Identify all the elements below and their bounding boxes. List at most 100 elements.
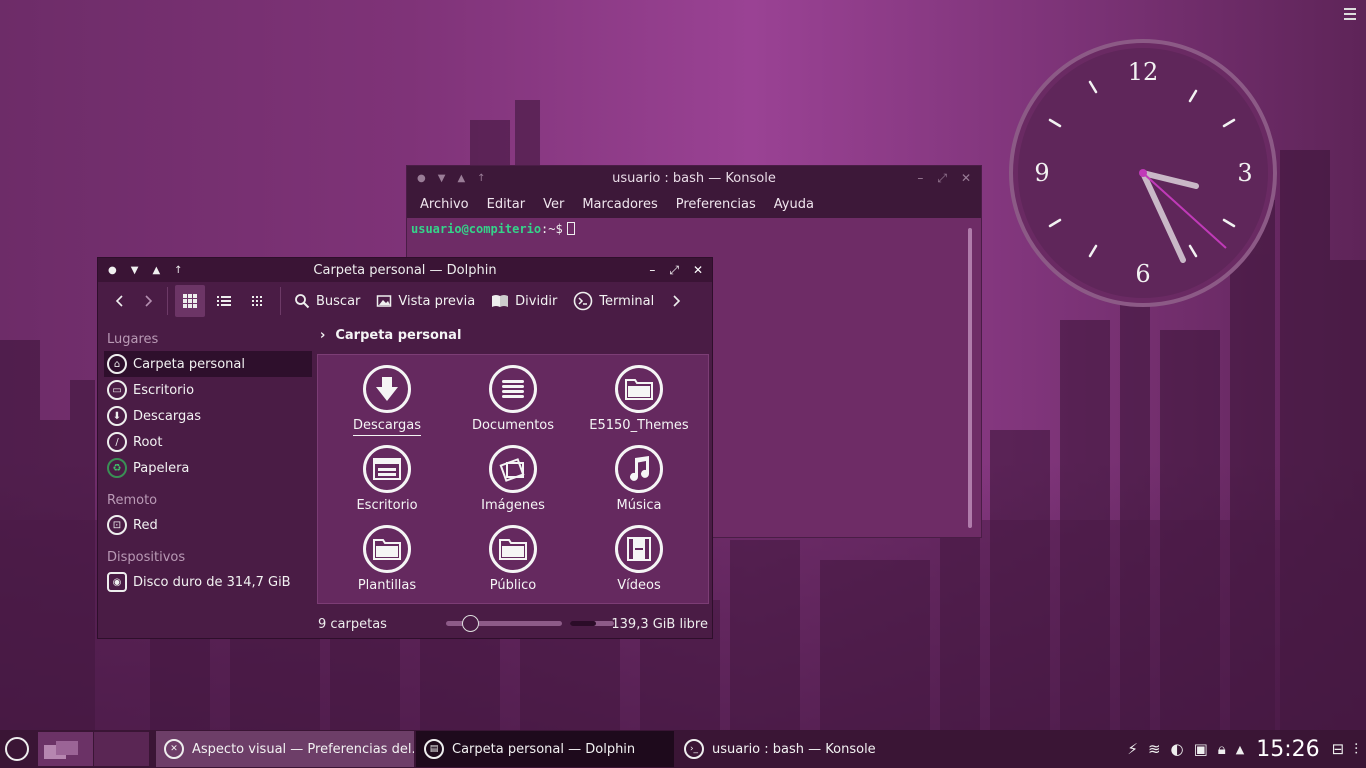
zoom-slider-handle[interactable] [462,615,479,632]
free-space-bar [570,621,614,626]
place-papelera[interactable]: ♻ Papelera [104,455,312,481]
dolphin-titlebar[interactable]: ● ▼ ▲ ↑ Carpeta personal — Dolphin – ⤢ ✕ [98,258,712,282]
back-button[interactable] [108,285,132,317]
power-management-icon[interactable]: ⚡ [1127,740,1138,758]
pager-desktop-2[interactable] [94,732,150,766]
terminal-scrollbar[interactable] [968,228,972,528]
chevron-left-icon [115,295,123,307]
places-panel: Lugares ⌂ Carpeta personal ▭ Escritorio … [104,326,312,595]
device-hard-disk[interactable]: ◉ Disco duro de 314,7 GiB [104,569,312,595]
dolphin-statusbar: 9 carpetas 139,3 GiB libre [318,614,708,634]
split-label: Dividir [515,293,558,309]
breadcrumb-current[interactable]: Carpeta personal [335,328,461,343]
minimize-icon[interactable]: – [649,263,655,278]
folder-label: Imágenes [481,498,545,513]
terminal-cursor [566,222,575,235]
task-konsole[interactable]: ›_ usuario : bash — Konsole [676,731,934,767]
task-aspecto-visual[interactable]: ✕ Aspecto visual — Preferencias del... [156,731,414,767]
clipboard-icon[interactable]: ▣ [1194,740,1208,758]
folder-e5150-themes[interactable]: E5150_Themes [579,365,699,433]
details-view-button[interactable] [243,285,273,317]
chevron-right-icon: › [320,328,326,343]
menu-preferencias[interactable]: Preferencias [667,197,765,212]
tray-expand-icon[interactable]: ▲ [1236,743,1244,756]
close-icon[interactable]: ✕ [961,171,971,186]
folder-imagenes[interactable]: Imágenes [453,445,573,513]
pager-desktop-1[interactable] [38,732,94,766]
volume-icon[interactable]: ◐ [1171,740,1184,758]
keep-above-icon[interactable]: ▲ [457,173,465,184]
clock-numeral-3: 3 [1237,159,1252,187]
home-icon: ⌂ [107,354,127,374]
konsole-titlebar[interactable]: ● ▼ ▲ ↑ usuario : bash — Konsole – ⤢ ✕ [407,166,981,190]
terminal-button[interactable]: Terminal [567,285,660,317]
place-carpeta-personal[interactable]: ⌂ Carpeta personal [104,351,312,377]
task-label: Aspecto visual — Preferencias del... [192,741,414,757]
music-folder-icon [615,445,663,493]
place-root[interactable]: / Root [104,429,312,455]
search-button[interactable]: Buscar [288,285,366,317]
toolbar-overflow-button[interactable] [664,285,688,317]
menu-archivo[interactable]: Archivo [411,197,478,212]
terminal-label: Terminal [599,293,655,309]
place-descargas[interactable]: ⬇ Descargas [104,403,312,429]
videos-folder-icon [615,525,663,573]
virtual-desktop-pager [38,730,150,768]
compact-view-button[interactable] [209,285,239,317]
menu-ver[interactable]: Ver [534,197,573,212]
folder-publico[interactable]: Público [453,525,573,593]
details-icon [252,296,262,306]
window-menu-icon[interactable]: ● [417,173,426,184]
menu-ayuda[interactable]: Ayuda [765,197,823,212]
desktop-menu-icon[interactable] [1344,8,1356,23]
place-escritorio[interactable]: ▭ Escritorio [104,377,312,403]
folder-musica[interactable]: Música [579,445,699,513]
chevron-down-icon[interactable]: ▼ [438,173,446,184]
icons-view-button[interactable] [175,285,205,317]
pin-icon[interactable]: ↑ [477,173,485,184]
chevron-down-icon[interactable]: ▼ [131,265,139,276]
dolphin-window[interactable]: ● ▼ ▲ ↑ Carpeta personal — Dolphin – ⤢ ✕ [97,257,713,639]
folder-documentos[interactable]: Documentos [453,365,573,433]
menu-marcadores[interactable]: Marcadores [573,197,666,212]
zoom-slider[interactable] [446,615,562,632]
dolphin-toolbar: Buscar Vista previa Dividir Terminal [98,282,712,320]
folder-plantillas[interactable]: Plantillas [327,525,447,593]
panel-settings-icon[interactable]: ⫶ [1354,740,1358,758]
maximize-icon[interactable]: ⤢ [937,171,947,186]
folder-videos[interactable]: Vídeos [579,525,699,593]
pin-icon[interactable]: ↑ [174,265,182,276]
folder-label: Plantillas [357,578,417,593]
place-label: Papelera [133,460,190,476]
place-red[interactable]: ⊡ Red [104,512,312,538]
free-space-fill [570,621,596,626]
folder-escritorio[interactable]: Escritorio [327,445,447,513]
clock-numeral-9: 9 [1034,159,1049,187]
public-folder-icon [489,525,537,573]
templates-folder-icon [363,525,411,573]
digital-clock[interactable]: 15:26 [1256,737,1319,762]
grid-icon [183,294,197,308]
network-wifi-icon[interactable]: ≋ [1148,740,1161,758]
window-menu-icon[interactable]: ● [108,265,117,276]
keep-above-icon[interactable]: ▲ [152,265,160,276]
minimize-icon[interactable]: – [917,171,923,186]
lock-icon[interactable]: 🔒︎ [1218,740,1226,758]
menu-editar[interactable]: Editar [478,197,535,212]
split-button[interactable]: Dividir [485,285,563,317]
close-icon[interactable]: ✕ [693,263,703,278]
forward-button[interactable] [136,285,160,317]
file-icon-view[interactable]: Descargas Documentos E5150_Themes Escrit… [317,354,709,604]
show-desktop-icon[interactable]: ⊟ [1332,740,1345,758]
breadcrumb[interactable]: › Carpeta personal [320,328,461,343]
system-tray: ⚡ ≋ ◐ ▣ 🔒︎ ▲ 15:26 ⊟ ⫶ [1127,737,1366,762]
prompt-path: :~$ [541,222,563,236]
preview-label: Vista previa [398,293,476,309]
task-dolphin[interactable]: ▤ Carpeta personal — Dolphin [416,731,674,767]
folder-label: Descargas [352,418,421,436]
folder-descargas[interactable]: Descargas [327,365,447,436]
preview-button[interactable]: Vista previa [370,285,481,317]
application-launcher[interactable] [0,730,34,768]
maximize-icon[interactable]: ⤢ [669,263,679,278]
folder-count: 9 carpetas [318,616,387,632]
